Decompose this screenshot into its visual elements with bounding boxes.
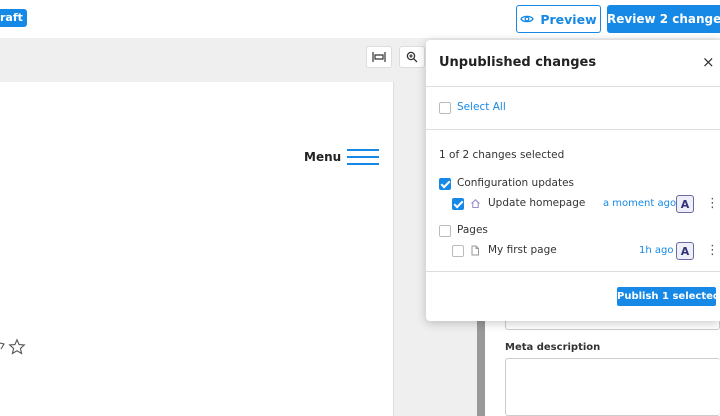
- preview-label: Preview: [540, 11, 597, 27]
- meta-description-label: Meta description: [505, 342, 601, 353]
- divider: [426, 129, 720, 130]
- draft-badge: raft: [0, 9, 27, 27]
- popup-title: Unpublished changes: [439, 55, 597, 70]
- selected-count: 1 of 2 changes selected: [439, 149, 565, 161]
- close-icon[interactable]: ×: [702, 53, 715, 71]
- unpublished-changes-popup: Unpublished changes × Select All 1 of 2 …: [426, 40, 720, 321]
- eye-icon: [520, 15, 535, 23]
- group-checkbox-pages[interactable]: [439, 225, 451, 237]
- menu-label: Menu: [304, 150, 342, 164]
- star-partial-icon: [0, 342, 5, 350]
- group-checkbox-configuration-updates[interactable]: [439, 178, 451, 190]
- review-changes-button[interactable]: Review 2 changes: [607, 5, 720, 33]
- item-time: a moment ago: [603, 198, 677, 209]
- more-options-icon[interactable]: ⋮: [706, 244, 719, 257]
- sidebar-divider: [477, 320, 485, 416]
- hamburger-icon[interactable]: [347, 149, 379, 166]
- select-all-checkbox[interactable]: [439, 102, 451, 114]
- item-checkbox-my-first-page[interactable]: [452, 245, 464, 257]
- home-icon: [471, 199, 480, 209]
- divider: [426, 271, 720, 272]
- zoom-button[interactable]: [399, 46, 425, 68]
- item-time: 1h ago: [639, 245, 674, 256]
- page-icon: [471, 245, 479, 256]
- item-label-update-homepage[interactable]: Update homepage: [488, 197, 585, 209]
- rating-row: [0, 338, 26, 356]
- fit-width-button[interactable]: [366, 46, 392, 68]
- divider: [426, 86, 720, 87]
- item-checkbox-update-homepage[interactable]: [452, 198, 464, 210]
- group-label-pages: Pages: [457, 224, 488, 236]
- star-icon[interactable]: [8, 338, 26, 356]
- preview-button[interactable]: Preview: [516, 5, 601, 33]
- zoom-in-icon: [406, 51, 418, 63]
- item-label-my-first-page[interactable]: My first page: [488, 244, 557, 256]
- canvas-page: Menu: [0, 82, 394, 416]
- avatar: A: [676, 195, 694, 213]
- fit-width-icon: [372, 52, 386, 62]
- publish-selected-button[interactable]: Publish 1 selected: [617, 287, 720, 306]
- select-all-label[interactable]: Select All: [457, 101, 506, 113]
- top-bar: raft Preview Review 2 changes: [0, 0, 720, 38]
- meta-description-input[interactable]: [505, 358, 720, 416]
- more-options-icon[interactable]: ⋮: [706, 197, 719, 210]
- group-label-configuration-updates: Configuration updates: [457, 177, 575, 189]
- avatar: A: [676, 242, 694, 260]
